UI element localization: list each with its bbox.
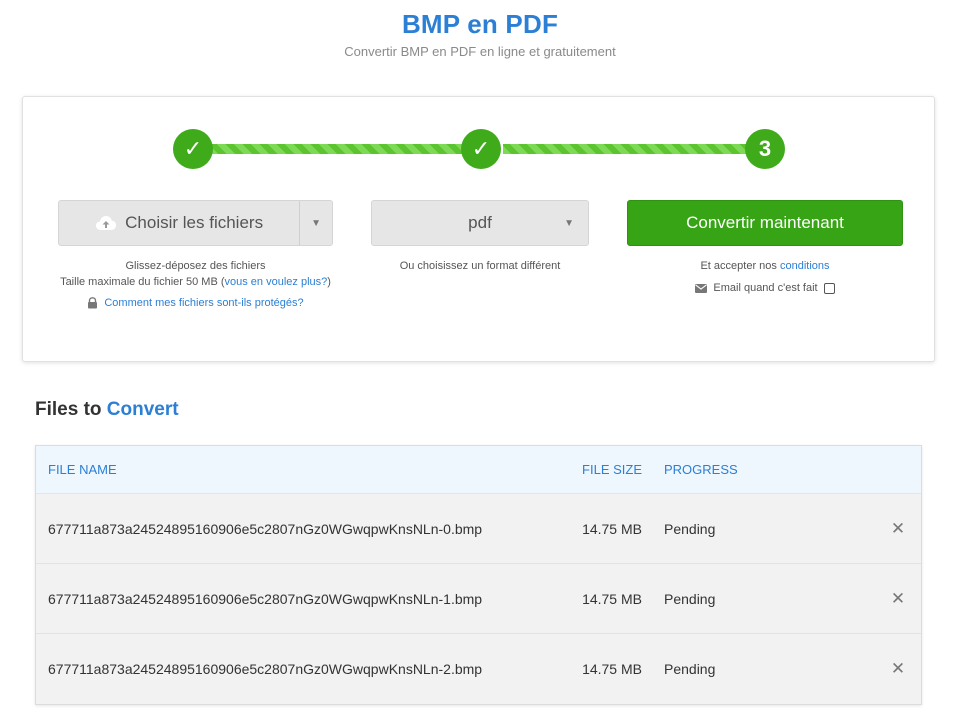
envelope-icon — [695, 283, 708, 293]
column-header-name: FILE NAME — [48, 462, 117, 477]
column-header-size: FILE SIZE — [582, 462, 642, 477]
file-name: 677711a873a24524895160906e5c2807nGz0WGwq… — [48, 590, 483, 607]
convert-info: Et accepter nos conditions Email quand c… — [627, 258, 903, 296]
file-size: 14.75 MB — [582, 520, 642, 537]
checkmark-icon: ✓ — [471, 136, 491, 161]
format-info: Ou choisissez un format différent — [371, 258, 589, 274]
email-notify-label: Email quand c'est fait — [713, 282, 818, 294]
more-size-link[interactable]: vous en voulez plus? — [225, 276, 328, 288]
converter-card: ✓ ✓ 3 Choisir les fichiers ▼ pdf ▼ Conve… — [22, 96, 935, 362]
lock-icon — [88, 297, 98, 309]
cloud-upload-icon — [96, 216, 117, 230]
file-progress: Pending — [664, 590, 716, 607]
format-selected-value: pdf — [468, 213, 492, 232]
terms-text: Et accepter nos conditions — [700, 260, 830, 272]
column-header-progress: PROGRESS — [664, 462, 738, 477]
table-header: FILE NAME FILE SIZE PROGRESS — [36, 446, 921, 494]
step-2-done: ✓ — [461, 129, 501, 169]
max-size-text: Taille maximale du fichier 50 MB (vous e… — [60, 276, 331, 288]
choose-files-button-group: Choisir les fichiers ▼ — [58, 200, 333, 246]
file-name: 677711a873a24524895160906e5c2807nGz0WGwq… — [48, 520, 483, 537]
table-row: 677711a873a24524895160906e5c2807nGz0WGwq… — [36, 564, 921, 634]
table-row: 677711a873a24524895160906e5c2807nGz0WGwq… — [36, 634, 921, 704]
page-title: BMP en PDF — [401, 9, 559, 39]
file-size: 14.75 MB — [582, 661, 642, 677]
file-progress: Pending — [664, 661, 716, 677]
caret-down-icon: ▼ — [564, 217, 574, 229]
remove-file-button[interactable]: ✕ — [889, 519, 907, 538]
upload-source-dropdown[interactable]: ▼ — [299, 201, 332, 245]
terms-link[interactable]: conditions — [780, 260, 830, 272]
file-security-link[interactable]: Comment mes fichiers sont-ils protégés? — [104, 295, 303, 311]
email-notify-checkbox[interactable] — [823, 282, 835, 294]
choose-files-button[interactable]: Choisir les fichiers — [59, 201, 299, 245]
close-icon: ✕ — [890, 659, 906, 678]
step-3-label: 3 — [758, 136, 772, 161]
email-notify: Email quand c'est fait — [627, 280, 903, 296]
close-icon: ✕ — [890, 519, 906, 538]
file-progress: Pending — [664, 520, 716, 537]
step-1-done: ✓ — [173, 129, 213, 169]
format-select[interactable]: pdf ▼ — [371, 200, 589, 246]
page-header: BMP en PDF Convertir BMP en PDF en ligne… — [0, 8, 960, 59]
drag-drop-text: Glissez-déposez des fichiers — [125, 260, 266, 272]
page-subtitle: Convertir BMP en PDF en ligne et gratuit… — [344, 44, 616, 59]
convert-now-button[interactable]: Convertir maintenant — [627, 200, 903, 246]
upload-info: Glissez-déposez des fichiers Taille maxi… — [58, 258, 333, 311]
remove-file-button[interactable]: ✕ — [889, 659, 907, 678]
step-connector-1 — [193, 144, 483, 154]
table-row: 677711a873a24524895160906e5c2807nGz0WGwq… — [36, 494, 921, 564]
file-size: 14.75 MB — [582, 590, 642, 607]
convert-now-label: Convertir maintenant — [686, 213, 844, 232]
step-connector-2 — [503, 144, 763, 154]
security-info: Comment mes fichiers sont-ils protégés? — [58, 295, 333, 311]
remove-file-button[interactable]: ✕ — [889, 589, 907, 608]
choose-files-label: Choisir les fichiers — [125, 213, 264, 232]
file-name: 677711a873a24524895160906e5c2807nGz0WGwq… — [48, 661, 483, 677]
files-section-title: Files to Convert — [35, 399, 179, 420]
files-table: FILE NAME FILE SIZE PROGRESS 677711a873a… — [35, 445, 922, 705]
step-3-current: 3 — [745, 129, 785, 169]
progress-stepper: ✓ ✓ 3 — [23, 129, 934, 169]
close-icon: ✕ — [890, 589, 906, 608]
caret-down-icon: ▼ — [311, 217, 322, 229]
checkmark-icon: ✓ — [183, 136, 203, 161]
format-hint: Ou choisissez un format différent — [399, 260, 561, 272]
